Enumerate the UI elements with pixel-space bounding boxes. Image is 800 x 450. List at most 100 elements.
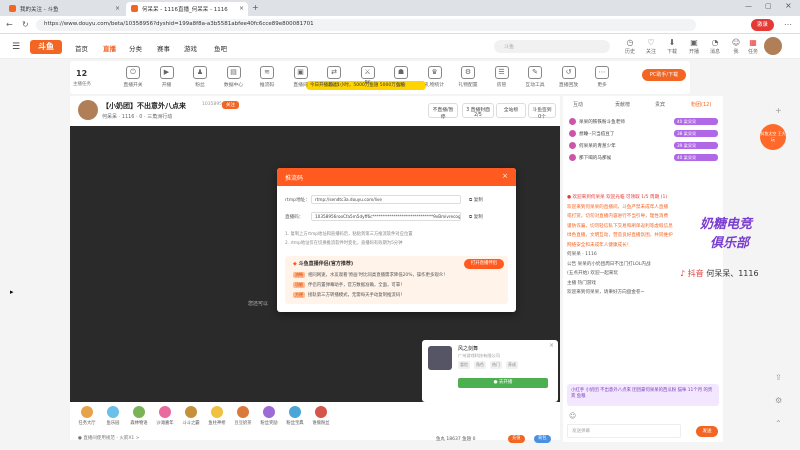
search-input[interactable]: 斗鱼 [494, 40, 610, 53]
douyu-logo[interactable]: 斗鱼 [30, 40, 62, 54]
gift-item[interactable]: 沙滩嘉年 [154, 406, 176, 426]
signin-button[interactable]: 斗鱼签到 0个 [528, 103, 556, 120]
fans-notice[interactable]: 小红手 小奶团 不出意外八点来 团团豪何呆呆的西瓜粉 猫咪 11个月 的贵宾 鱼… [567, 384, 719, 406]
send-button[interactable]: 发送 [696, 426, 718, 437]
emoji-icon[interactable]: ☺ [569, 412, 576, 420]
nav-home[interactable]: 首页 [75, 43, 88, 53]
gift-item[interactable]: 森林物语 [128, 406, 150, 426]
streamer-avatar[interactable] [78, 100, 98, 120]
chat-input[interactable]: 发送弹幕 [567, 424, 681, 438]
gift-item[interactable]: 鱼柱神桥 [206, 406, 228, 426]
tool-label: 更多 [597, 83, 607, 88]
follow-button[interactable]: ♡ 关注 [640, 38, 662, 55]
tab-interact[interactable]: 互动 [573, 101, 583, 108]
download-button[interactable]: ⬇ 下载 [661, 38, 683, 55]
tool-icon: ⚔ [360, 66, 375, 79]
menu-icon[interactable]: ☰ [12, 42, 20, 52]
follow-button[interactable]: 关注 [222, 101, 239, 109]
tab-contribution[interactable]: 贡献榜 [615, 101, 630, 108]
scroll-top-icon[interactable]: ⌃ [775, 419, 782, 428]
reload-icon[interactable]: ↻ [22, 20, 29, 29]
cover-button[interactable]: 3 直播封面 2/5 [462, 103, 494, 118]
backpack-button[interactable]: 背包 [534, 435, 551, 443]
gift-item[interactable]: 豆豆奶茶 [232, 406, 254, 426]
gift-item[interactable]: 鱼乐园 [102, 406, 124, 426]
stream-key-field[interactable]: 10358956rooCfa5m5dyff6c*****************… [311, 212, 461, 221]
tool-label: PK [364, 81, 371, 86]
tool-item[interactable]: ♛ 礼物统计 [420, 66, 450, 88]
douyu-favicon [131, 5, 138, 12]
copy-key-button[interactable]: ⧉ 复制 [469, 214, 483, 220]
browser-tab-active[interactable]: 何呆呆 - 1116直播_何呆呆 - 1116 × [126, 2, 248, 16]
more-icon[interactable]: ⋯ [784, 20, 792, 29]
nav-live[interactable]: 直播 [103, 43, 116, 53]
rank-row[interactable]: 何呆呆的青葱少年 [569, 142, 616, 149]
rtmp-field[interactable]: rtmp://sendtc3a.douyu.com/live [311, 195, 461, 204]
tool-item[interactable]: ♟ 粉丝 [185, 66, 215, 88]
copy-rtmp-button[interactable]: ⧉ 复制 [469, 197, 483, 203]
rtmp-label: rtmp地址： [285, 198, 310, 203]
rank-row[interactable]: 想睡--只当痘豆了 [569, 130, 614, 137]
popup-close-icon[interactable]: × [549, 342, 554, 349]
tool-item[interactable]: ≋ 推流码 [252, 66, 282, 88]
gift-item[interactable]: 斗斗之霸 [180, 406, 202, 426]
tool-item[interactable]: ⋯ 更多 [587, 66, 617, 88]
pause-live-button[interactable]: 不直播/暂停 [428, 103, 458, 120]
tool-item[interactable]: ▶ 开播 [152, 66, 182, 88]
tab-fans[interactable]: 粉团(12) [691, 101, 711, 108]
history-button[interactable]: ◷ 历史 [619, 38, 641, 55]
window-close-icon[interactable]: × [785, 1, 792, 10]
tool-item[interactable]: ✎ 互动工具 [520, 66, 550, 88]
tool-item[interactable]: ▣ 直播间 [286, 66, 316, 88]
rank-avatar [569, 154, 576, 161]
tool-item[interactable]: ▤ 数据中心 [219, 66, 249, 88]
profile-button[interactable]: 激录 [750, 19, 774, 31]
gift-item[interactable]: 谁偷粉丝 [310, 406, 332, 426]
room-rules-link[interactable]: ● 直播间使用规范 - 火箭X1 > [78, 435, 140, 441]
add-icon[interactable]: + [775, 106, 782, 115]
tool-item[interactable]: ⚔ PK [353, 66, 383, 86]
modal-close-icon[interactable]: × [502, 172, 508, 180]
tab-close-icon[interactable]: × [115, 5, 120, 12]
gift-item[interactable]: 粉丝奖励 [258, 406, 280, 426]
maximize-icon[interactable]: ▢ [765, 2, 772, 10]
broadcast-button[interactable]: ▣ 开播 [683, 38, 705, 55]
go-live-button[interactable]: ● 去开播 [458, 378, 548, 388]
recharge-button[interactable]: 充值 [508, 435, 525, 443]
browser-tab[interactable]: 我的关注 - 斗鱼 × [4, 2, 124, 16]
nav-game[interactable]: 游戏 [184, 43, 197, 53]
gift-item[interactable]: 任务大厅 [76, 406, 98, 426]
new-tab-icon[interactable]: + [252, 3, 259, 12]
nav-match[interactable]: 赛事 [157, 43, 170, 53]
tool-item[interactable]: ⚙ 礼物配置 [453, 66, 483, 88]
nav-yuba[interactable]: 鱼吧 [214, 43, 227, 53]
tab-vip[interactable]: 贵宾 [655, 101, 665, 108]
tool-item[interactable]: ↺ 直播回放 [554, 66, 584, 88]
tool-label: 房管 [496, 83, 507, 88]
open-assistant-button[interactable]: 打开直播伴侣 [464, 259, 504, 269]
user-avatar[interactable] [764, 37, 782, 55]
pc-assistant-button[interactable]: PC助手/下载 [642, 69, 686, 81]
message-button[interactable]: ◔ 消息 [704, 38, 726, 55]
rank-row[interactable]: 呆呆的铁铁粉斗鱼老师 [569, 118, 625, 125]
tool-item[interactable]: ⇄ 联动 [319, 66, 349, 88]
rank-row[interactable]: 那下喝的马那候 [569, 154, 611, 161]
gift-icon [315, 406, 327, 418]
settings-icon[interactable]: ⚙ [775, 396, 782, 405]
gift-label: 沙滩嘉年 [156, 421, 174, 426]
tool-item[interactable]: ☗ 公会 [386, 66, 416, 88]
tool-icon: ☗ [394, 66, 408, 79]
tool-item[interactable]: ☰ 房管 [487, 66, 517, 88]
minimize-icon[interactable]: — [745, 2, 752, 10]
url-input[interactable]: https://www.douyu.com/beta/10358956?dysh… [36, 19, 696, 31]
tab-close-icon[interactable]: × [239, 5, 244, 12]
tool-label: 直播间 [293, 83, 308, 88]
gift-item[interactable]: 粉丝宝典 [284, 406, 306, 426]
rank-button[interactable]: 全站榜 [496, 103, 526, 118]
task-button[interactable]: ▦ 任务 [742, 38, 764, 55]
event-badge[interactable]: 抖鱼太空 王大玩 [760, 124, 786, 150]
tool-item[interactable]: ⏻ 直播开关 [118, 66, 148, 88]
back-icon[interactable]: ← [6, 20, 13, 29]
nav-category[interactable]: 分类 [129, 43, 142, 53]
share-icon[interactable]: ⇪ [775, 373, 782, 382]
